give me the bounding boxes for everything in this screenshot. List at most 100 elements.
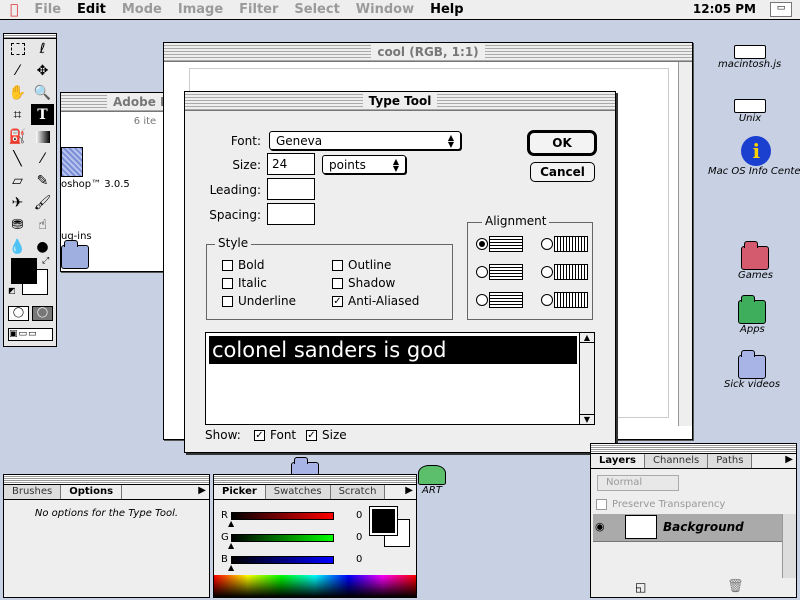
quick-mask-icon[interactable]: ◯ [32, 306, 53, 321]
screen-mode-icons[interactable]: ▣▭▭ [8, 328, 53, 341]
blend-mode-popup[interactable]: Normal [597, 475, 679, 491]
eraser-icon[interactable]: ▱ [6, 170, 29, 191]
palette-menu-arrow-icon[interactable]: ▶ [785, 454, 793, 465]
italic-checkbox[interactable]: Italic [222, 276, 267, 290]
marquee-tool-icon[interactable] [6, 38, 29, 59]
outline-checkbox[interactable]: Outline [332, 258, 391, 272]
scroll-down-arrow-icon[interactable]: ▼ [580, 414, 594, 424]
green-slider[interactable] [231, 534, 334, 542]
desktop-icon-art[interactable]: ART [418, 465, 446, 496]
gradient-tool-icon[interactable] [31, 126, 54, 147]
desktop-icon-info-center[interactable]: i Mac OS Info Center [706, 136, 800, 177]
align-vertical-center-radio[interactable] [541, 266, 553, 278]
move-tool-icon[interactable]: ✥ [31, 60, 54, 81]
color-spectrum-bar[interactable] [214, 575, 416, 597]
rubber-stamp-icon[interactable]: ⛃ [6, 214, 29, 235]
menu-mode[interactable]: Mode [114, 2, 170, 17]
palette-menu-arrow-icon[interactable]: ▶ [198, 485, 206, 496]
apple-icon[interactable]:  [0, 2, 26, 18]
magic-wand-icon[interactable]: ⁄ [6, 60, 29, 81]
airbrush-icon[interactable]: ✈ [6, 192, 29, 213]
new-layer-icon[interactable]: ◱ [635, 580, 646, 594]
red-slider-thumb-icon[interactable]: ▲ [228, 519, 234, 528]
blue-slider-thumb-icon[interactable]: ▲ [228, 563, 234, 572]
dodge-tool-icon[interactable]: ● [31, 236, 54, 257]
menu-file[interactable]: File [26, 2, 69, 17]
desktop-icon-unix[interactable]: Unix [734, 99, 766, 124]
leading-field[interactable] [267, 178, 315, 200]
scroll-up-arrow-icon[interactable]: ▲ [580, 333, 594, 343]
align-left-radio[interactable] [476, 238, 488, 250]
show-size-checkbox[interactable]: ✓ Size [306, 428, 347, 442]
desktop-icon-apps[interactable]: Apps [738, 295, 767, 335]
palette-menu-arrow-icon[interactable]: ▶ [405, 485, 413, 496]
tab-layers[interactable]: Layers [591, 454, 645, 468]
trash-icon[interactable]: 🗑 [727, 579, 744, 594]
menu-edit[interactable]: Edit [69, 2, 114, 17]
tab-options[interactable]: Options [61, 485, 123, 499]
layers-scrollbar[interactable] [782, 514, 796, 578]
picker-foreground-swatch[interactable] [369, 506, 398, 536]
align-right-radio[interactable] [476, 294, 488, 306]
tab-scratch[interactable]: Scratch [330, 485, 386, 499]
picker-title-bar[interactable] [214, 475, 416, 485]
layer-row-background[interactable]: ◉ Background [593, 514, 783, 542]
menu-window[interactable]: Window [348, 2, 422, 17]
anti-aliased-checkbox[interactable]: ✓ Anti-Aliased [332, 294, 419, 308]
show-font-checkbox[interactable]: ✓ Font [254, 428, 296, 442]
lasso-tool-icon[interactable]: ℓ [31, 38, 54, 59]
plugins-folder-icon[interactable] [61, 240, 89, 269]
green-slider-thumb-icon[interactable]: ▲ [228, 541, 234, 550]
hand-tool-icon[interactable]: ✋ [6, 82, 29, 103]
vertical-scrollbar[interactable] [678, 62, 692, 426]
tab-swatches[interactable]: Swatches [265, 485, 331, 499]
swap-colors-icon[interactable]: ⤢ [42, 256, 49, 266]
menu-help[interactable]: Help [422, 2, 471, 17]
options-title-bar[interactable] [4, 475, 209, 485]
tab-paths[interactable]: Paths [708, 454, 753, 468]
line-tool-icon[interactable]: ╲ [6, 148, 29, 169]
tab-picker[interactable]: Picker [214, 485, 266, 499]
pencil-icon[interactable]: ✎ [31, 170, 54, 191]
preserve-transparency-checkbox[interactable]: Preserve Transparency [596, 499, 725, 510]
font-popup[interactable]: Geneva ▲ ▼ [269, 131, 461, 150]
underline-checkbox[interactable]: Underline [222, 294, 296, 308]
paint-bucket-icon[interactable]: ⛽ [6, 126, 29, 147]
menu-image[interactable]: Image [170, 2, 231, 17]
menu-clock[interactable]: 12:05 PM [693, 2, 756, 16]
smudge-icon[interactable]: ☝ [31, 214, 54, 235]
align-center-radio[interactable] [476, 266, 488, 278]
shadow-checkbox[interactable]: Shadow [332, 276, 395, 290]
crop-tool-icon[interactable]: ⌗ [6, 104, 29, 125]
desktop-icon-macintosh[interactable]: macintosh.js [716, 45, 784, 70]
application-menu-icon[interactable]: ▭ [770, 2, 792, 17]
align-vertical-bottom-radio[interactable] [541, 294, 553, 306]
standard-mode-icon[interactable]: ◯ [8, 306, 29, 321]
paintbrush-icon[interactable]: 🖌 [31, 192, 54, 213]
text-scrollbar[interactable]: ▲ ▼ [579, 333, 594, 424]
desktop-icon-sick-videos[interactable]: Sick videos [722, 350, 783, 390]
desktop-icon-games[interactable]: Games [736, 241, 775, 281]
menu-select[interactable]: Select [286, 2, 347, 17]
eyedropper-icon[interactable]: ⁄ [31, 148, 54, 169]
ok-button[interactable]: OK [527, 130, 597, 156]
cancel-button[interactable]: Cancel [530, 162, 595, 182]
menu-filter[interactable]: Filter [231, 2, 286, 17]
zoom-tool-icon[interactable]: 🔍 [31, 82, 54, 103]
bold-checkbox[interactable]: Bold [222, 258, 265, 272]
text-entry-box[interactable]: colonel sanders is god ▲ ▼ [205, 332, 595, 425]
eye-icon[interactable]: ◉ [595, 520, 605, 533]
default-colors-icon[interactable]: ◩ [8, 286, 16, 295]
foreground-color-swatch[interactable] [11, 258, 37, 284]
align-vertical-top-radio[interactable] [541, 238, 553, 250]
blue-slider[interactable] [231, 556, 334, 564]
spacing-field[interactable] [267, 203, 315, 225]
red-slider[interactable] [231, 512, 334, 520]
type-tool-icon[interactable]: T [31, 104, 54, 125]
dialog-title-bar[interactable]: Type Tool [185, 92, 615, 111]
layers-title-bar[interactable] [591, 444, 796, 454]
document-title-bar[interactable]: cool (RGB, 1:1) [164, 43, 692, 62]
size-field[interactable]: 24 [267, 153, 315, 175]
tab-channels[interactable]: Channels [645, 454, 709, 468]
tab-brushes[interactable]: Brushes [4, 485, 62, 499]
